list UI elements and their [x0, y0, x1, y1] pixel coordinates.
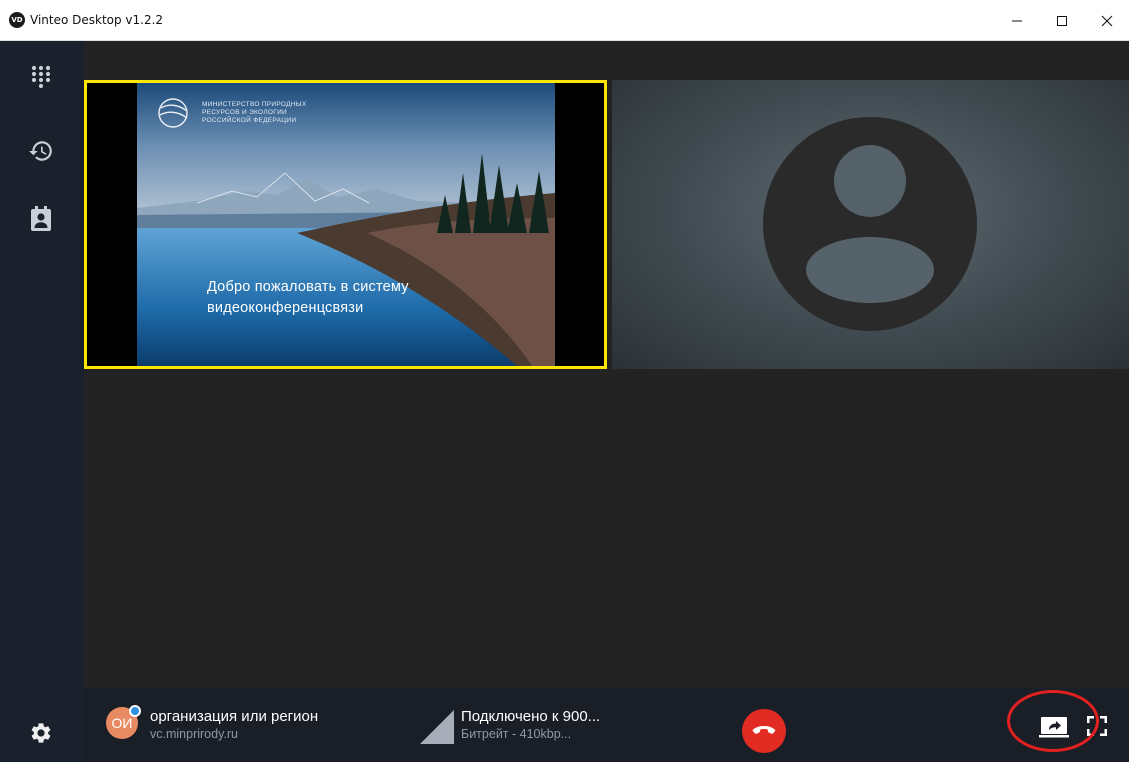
user-placeholder-icon	[763, 117, 977, 331]
close-button[interactable]	[1084, 0, 1129, 41]
bitrate-info: Битрейт - 410kbp...	[461, 727, 572, 741]
window-title: Vinteo Desktop v1.2.2	[30, 13, 164, 27]
title-bar: VD Vinteo Desktop v1.2.2	[0, 0, 1129, 41]
contacts-icon	[31, 206, 51, 231]
dialpad-icon	[31, 65, 51, 89]
maximize-icon	[1056, 15, 1067, 26]
presentation-tile[interactable]: МИНИСТЕРСТВО ПРИРОДНЫХ РЕСУРСОВ И ЭКОЛОГ…	[84, 80, 607, 369]
presentation-slide: МИНИСТЕРСТВО ПРИРОДНЫХ РЕСУРСОВ И ЭКОЛОГ…	[137, 83, 555, 366]
signal-strength-icon	[420, 710, 454, 744]
annotation-circle	[1007, 690, 1099, 752]
participant-video-tile[interactable]	[612, 80, 1129, 369]
participant-host: vc.minprirody.ru	[150, 727, 238, 741]
history-button[interactable]	[26, 136, 56, 166]
welcome-text-line1: Добро пожаловать в систему	[207, 279, 409, 295]
dialpad-button[interactable]	[26, 62, 56, 92]
gear-icon	[31, 723, 51, 743]
sidebar	[0, 41, 84, 762]
status-dot	[129, 705, 141, 717]
welcome-text-line2: видеоконференцсвязи	[207, 300, 364, 316]
close-icon	[1101, 15, 1112, 26]
participant-name: организация или регион	[150, 708, 319, 725]
landscape-image	[137, 83, 555, 366]
app-logo: VD	[9, 12, 25, 28]
hang-up-icon	[752, 726, 776, 734]
ministry-logo-text: МИНИСТЕРСТВО ПРИРОДНЫХ РЕСУРСОВ И ЭКОЛОГ…	[202, 101, 307, 124]
minimize-icon	[1011, 20, 1022, 21]
hang-up-button[interactable]	[742, 709, 786, 753]
minimize-button[interactable]	[994, 0, 1039, 41]
history-icon	[29, 141, 52, 161]
maximize-button[interactable]	[1039, 0, 1084, 41]
call-control-bar: ОИ организация или регион vc.minprirody.…	[84, 688, 1129, 762]
contacts-button[interactable]	[26, 204, 56, 234]
connection-status: Подключено к 900...	[461, 708, 601, 725]
video-area: МИНИСТЕРСТВО ПРИРОДНЫХ РЕСУРСОВ И ЭКОЛОГ…	[84, 41, 1129, 688]
settings-button[interactable]	[26, 718, 56, 748]
